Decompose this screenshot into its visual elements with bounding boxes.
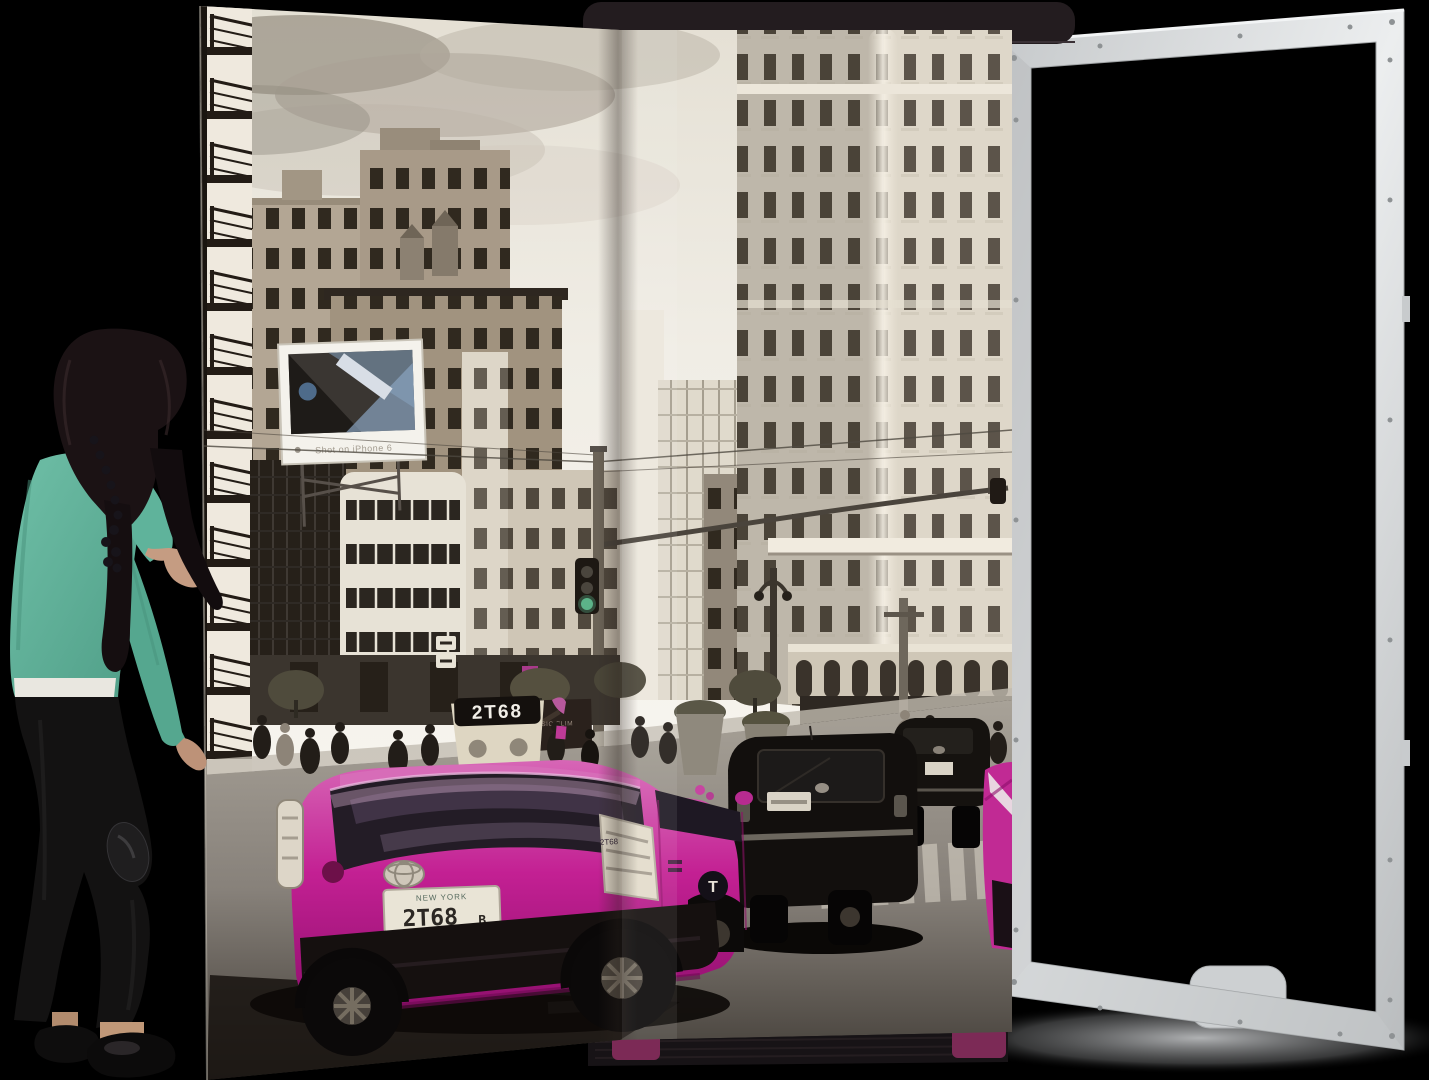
flatiron-building (737, 28, 1016, 726)
taxi-round-lamp (322, 861, 344, 883)
green-light (581, 598, 593, 610)
pink-accent (555, 726, 566, 740)
door-logo-letter: T (708, 879, 718, 896)
product-photo: Shot on iPhone 6 (0, 0, 1429, 1080)
traffic-light (575, 558, 599, 614)
frame-clip-tab (1402, 740, 1410, 766)
taxi-roof-number: 2T68 (471, 701, 523, 724)
banner-display-scene: Shot on iPhone 6 (0, 0, 1429, 1080)
shirt-hem (14, 678, 116, 697)
taxi-roof-sign: 2T68 (451, 695, 546, 769)
taxi-taillight-left (277, 800, 303, 888)
taxi-mirror (735, 791, 753, 805)
shoe-front (87, 1033, 175, 1078)
frame-clip-tab (1402, 296, 1410, 322)
fabric-graphic-panel: Shot on iPhone 6 (130, 0, 1018, 1080)
plate-state: NEW YORK (416, 892, 468, 903)
